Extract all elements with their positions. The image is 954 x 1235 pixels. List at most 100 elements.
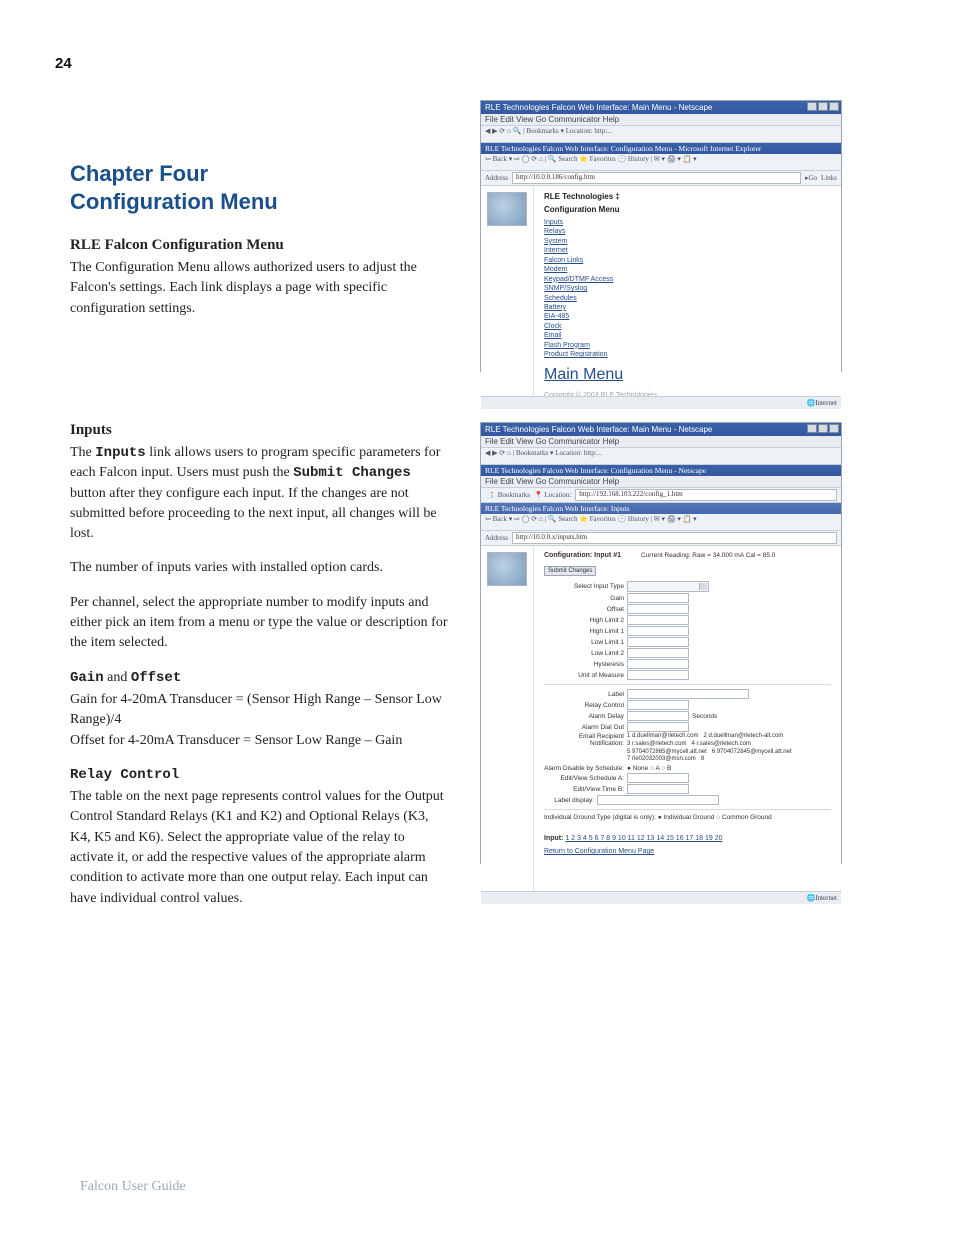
email-item: 1 d.duellman@rletech.com bbox=[627, 733, 698, 739]
section1-heading: RLE Falcon Configuration Menu bbox=[70, 237, 450, 254]
ss2-sidebar bbox=[481, 546, 534, 891]
ss1-addressbar: Address http://10.0.0.186/config.htm ▸Go… bbox=[481, 171, 841, 186]
row-label: Unit of Measure bbox=[544, 672, 624, 679]
section2-p3: Per channel, select the appropriate numb… bbox=[70, 593, 450, 654]
ss1-title-text: RLE Technologies Falcon Web Interface: M… bbox=[485, 103, 712, 112]
row-label: Alarm Delay bbox=[544, 713, 624, 720]
input-nav-numbers: 1 2 3 4 5 6 7 8 9 10 11 12 13 14 15 16 1… bbox=[565, 835, 722, 842]
page-number: 24 bbox=[55, 55, 72, 72]
ss1-link: Battery bbox=[544, 303, 831, 312]
ss2-url: http://192.168.103.222/config_1.htm bbox=[575, 489, 837, 501]
text: and bbox=[104, 670, 131, 685]
ss1-link: Flash Program bbox=[544, 341, 831, 350]
submit-changes-button: Submit Changes bbox=[544, 566, 596, 576]
chapter-title: Chapter Four Configuration Menu bbox=[70, 160, 450, 215]
minimize-icon bbox=[807, 102, 817, 111]
sched-b-input bbox=[627, 784, 689, 794]
ss2-titlebar: RLE Technologies Falcon Web Interface: M… bbox=[481, 423, 841, 436]
hysteresis-input bbox=[627, 659, 689, 669]
chapter-title-line1: Chapter Four bbox=[70, 160, 450, 188]
ss1-url: http://10.0.0.186/config.htm bbox=[512, 172, 801, 184]
ss1-link: SNMP/Syslog bbox=[544, 284, 831, 293]
ss2-config-input-heading: Configuration: Input #1 bbox=[544, 552, 621, 559]
gain-l2: Offset for 4-20mA Transducer = Sensor Lo… bbox=[70, 731, 450, 751]
ss2-menubar-outer: File Edit View Go Communicator Help bbox=[481, 436, 841, 448]
row-label: Low Limit 2 bbox=[544, 650, 624, 657]
input-type-select bbox=[627, 581, 709, 592]
gain-heading: Gain and Offset bbox=[70, 668, 450, 688]
ss1-link: Relays bbox=[544, 227, 831, 236]
ss1-copyright: Copyright © 2003 RLE Technologies bbox=[544, 392, 831, 396]
links-label: Links bbox=[821, 174, 837, 182]
row-label: Relay Control bbox=[544, 702, 624, 709]
relay-control-input bbox=[627, 700, 689, 710]
text: button after they configure each input. … bbox=[70, 486, 437, 542]
label-display-input bbox=[597, 795, 719, 805]
ss2-nested1-menubar: File Edit View Go Communicator Help bbox=[481, 476, 841, 488]
high-limit2-input bbox=[627, 615, 689, 625]
close-icon bbox=[829, 424, 839, 433]
row-label: Label bbox=[544, 691, 624, 698]
ss1-menubar: File Edit View Go Communicator Help bbox=[481, 114, 841, 126]
ss2-ie-addressbar: Address http://10.0.0.x/inputs.htm bbox=[481, 531, 841, 546]
ss1-link: Internet bbox=[544, 246, 831, 255]
ss1-ie-toolbar: ⇦ Back ▾ ⇨ ◯ ⟳ ⌂ | 🔍 Search ⭐ Favorites … bbox=[481, 154, 841, 171]
email-item: 7 rle02032003@msn.com bbox=[627, 756, 696, 762]
email-label: Email Recipient Notification: bbox=[544, 733, 624, 747]
ss1-link: Modem bbox=[544, 265, 831, 274]
ss1-sidebar bbox=[481, 186, 534, 396]
sched-b-label: Edit/View Time B: bbox=[544, 786, 624, 793]
label-input bbox=[627, 689, 749, 699]
ss2-toolbar-outer: ◀ ▶ ⟳ ⌂ | Bookmarks ▾ Location: http:... bbox=[481, 448, 841, 465]
ss1-link: Falcon Links bbox=[544, 256, 831, 265]
ss2-addr-label: Bookmarks bbox=[498, 491, 530, 499]
email-item: 2 d.duellman@rletech-alt.com bbox=[703, 733, 783, 739]
submit-changes-code: Submit Changes bbox=[293, 465, 411, 481]
row-label: Offset bbox=[544, 606, 624, 613]
falcon-logo-icon bbox=[487, 552, 527, 586]
screenshot-inputs: RLE Technologies Falcon Web Interface: M… bbox=[480, 422, 842, 864]
ss1-status-text: Internet bbox=[815, 399, 837, 407]
ss1-link: EIA-485 bbox=[544, 312, 831, 321]
screenshot-config-menu: RLE Technologies Falcon Web Interface: M… bbox=[480, 100, 842, 372]
ss2-statusbar: 🌐 Internet bbox=[481, 891, 841, 904]
input-nav-label: Input: bbox=[544, 835, 563, 842]
maximize-icon bbox=[818, 424, 828, 433]
location-icon: 📍 Location: bbox=[534, 491, 571, 499]
ss1-link: Email bbox=[544, 331, 831, 340]
ground-type: Individual Ground Type (digital is only)… bbox=[544, 814, 831, 821]
seconds-label: Seconds bbox=[692, 713, 717, 720]
ss1-link: Schedules bbox=[544, 294, 831, 303]
row-label: Low Limit 1 bbox=[544, 639, 624, 646]
ss2-nested2-title: RLE Technologies Falcon Web Interface: I… bbox=[481, 503, 841, 514]
ss1-nested-title: RLE Technologies Falcon Web Interface: C… bbox=[481, 143, 841, 154]
email-item: 5 9704072865@mycell.att.net bbox=[627, 749, 707, 755]
section2-p1: The Inputs link allows users to program … bbox=[70, 443, 450, 544]
offset-code: Offset bbox=[131, 670, 181, 686]
ss2-nested1-title: RLE Technologies Falcon Web Interface: C… bbox=[481, 465, 841, 476]
ss2-window-buttons bbox=[807, 424, 839, 433]
sched-a-label: Edit/View Schedule A: bbox=[544, 775, 624, 782]
disable-options: ● None ○ A ○ B bbox=[627, 765, 671, 772]
ss2-nested1-addressbar: 📑 Bookmarks 📍 Location: http://192.168.1… bbox=[481, 488, 841, 503]
footer-guide-label: Falcon User Guide bbox=[80, 1179, 186, 1195]
ss2-ie-url: http://10.0.0.x/inputs.htm bbox=[512, 532, 837, 544]
gain-l1: Gain for 4-20mA Transducer = (Sensor Hig… bbox=[70, 690, 450, 731]
ss1-heading: Configuration Menu bbox=[544, 205, 831, 214]
section2-p2: The number of inputs varies with install… bbox=[70, 558, 450, 578]
section2-heading: Inputs bbox=[70, 422, 450, 439]
email-item: 3 r.sales@rletech.com bbox=[627, 741, 686, 747]
inputs-code: Inputs bbox=[95, 445, 145, 461]
go-icon: ▸Go bbox=[805, 174, 817, 182]
ss1-link: Inputs bbox=[544, 218, 831, 227]
gain-code: Gain bbox=[70, 670, 104, 686]
low-limit1-input bbox=[627, 637, 689, 647]
ss1-link: Keypad/DTMF Access bbox=[544, 275, 831, 284]
row-label: Hysteresis bbox=[544, 661, 624, 668]
close-icon bbox=[829, 102, 839, 111]
ss2-ie-toolbar: ⇦ Back ▾ ⇨ ◯ ⟳ ⌂ | 🔍 Search ⭐ Favorites … bbox=[481, 514, 841, 531]
addr-label: Address bbox=[485, 534, 508, 542]
alarm-dialout-input bbox=[627, 722, 689, 732]
ss1-addr-label: Address bbox=[485, 174, 508, 182]
disable-label: Alarm Disable by Schedule: bbox=[544, 765, 624, 772]
